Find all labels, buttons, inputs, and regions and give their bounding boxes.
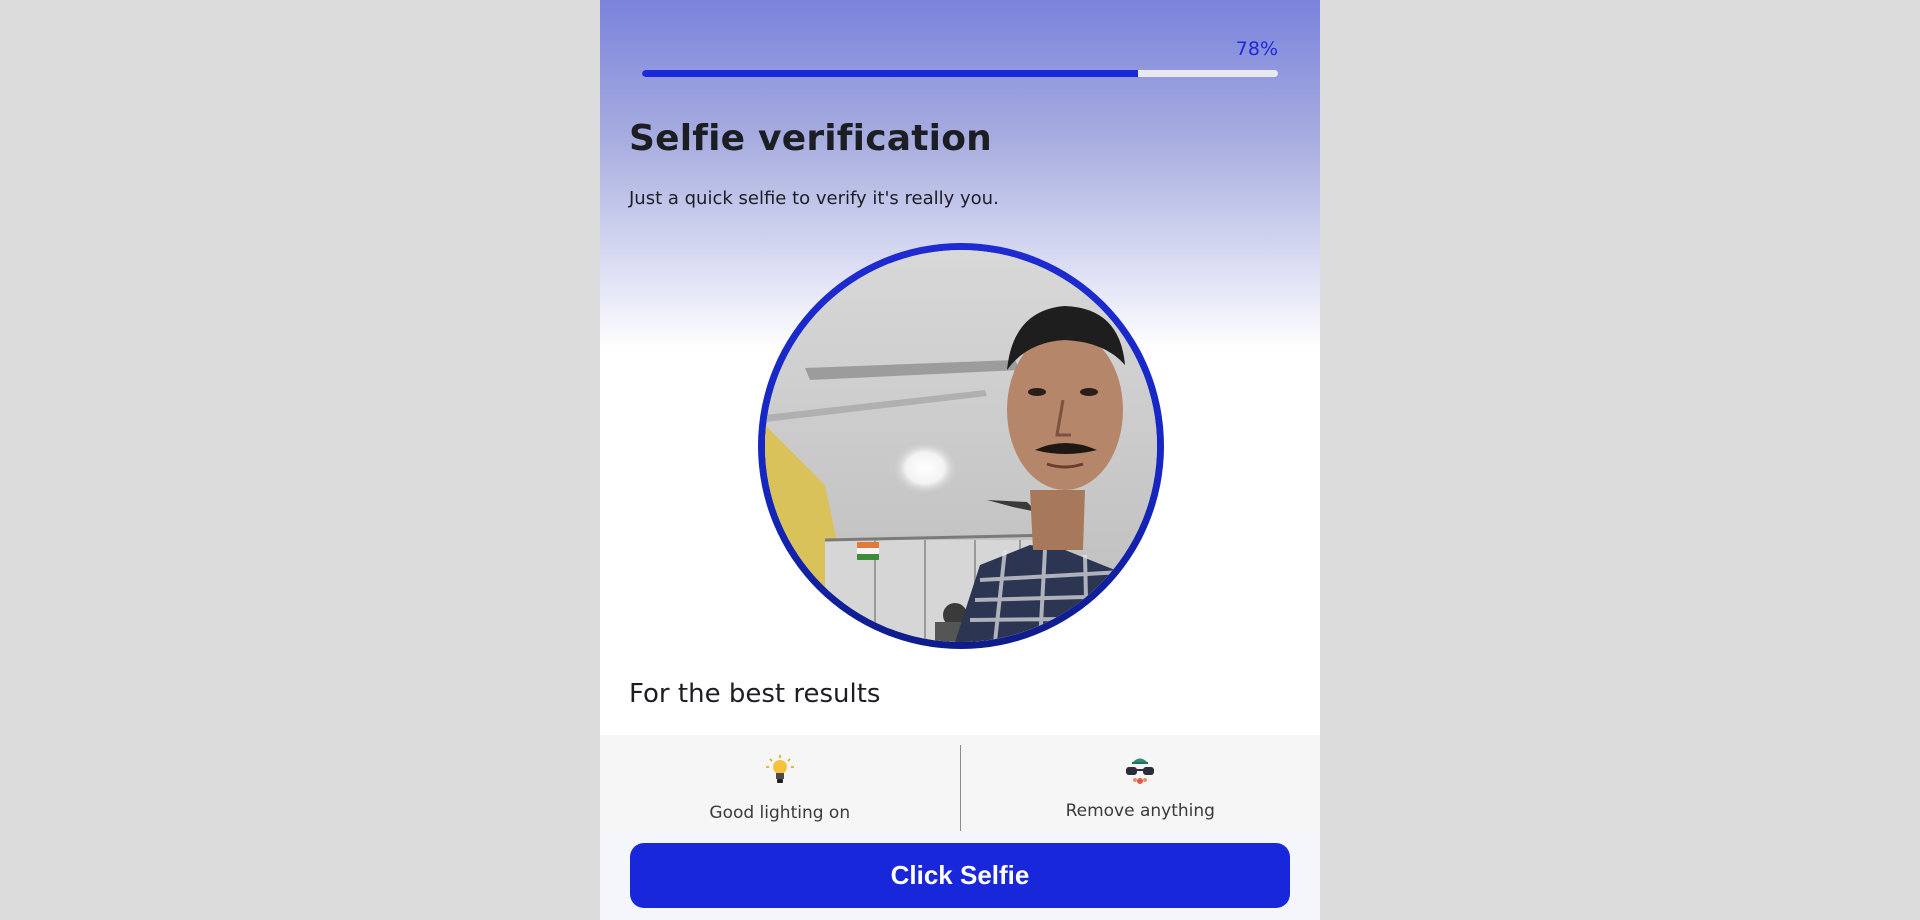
camera-feed-image	[765, 250, 1157, 642]
progress-bar-fill	[642, 70, 1139, 77]
accessories-icon	[1126, 758, 1155, 784]
camera-frame	[758, 243, 1164, 649]
tip-remove-accessories-text: Remove anything	[1065, 801, 1215, 821]
tips-heading: For the best results	[629, 679, 881, 709]
page-title: Selfie verification	[629, 118, 992, 159]
progress-bar	[642, 70, 1278, 77]
bottom-action-bar: Click Selfie	[600, 831, 1320, 920]
lightbulb-icon	[765, 755, 794, 783]
camera-preview[interactable]	[765, 250, 1157, 642]
progress-percentage: 78%	[1235, 38, 1278, 60]
page-subtitle: Just a quick selfie to verify it's reall…	[629, 188, 999, 209]
mobile-viewport: 78% Selfie verification Just a quick sel…	[600, 0, 1320, 920]
click-selfie-button[interactable]: Click Selfie	[630, 843, 1290, 908]
tip-good-lighting-text: Good lighting on	[709, 803, 851, 823]
